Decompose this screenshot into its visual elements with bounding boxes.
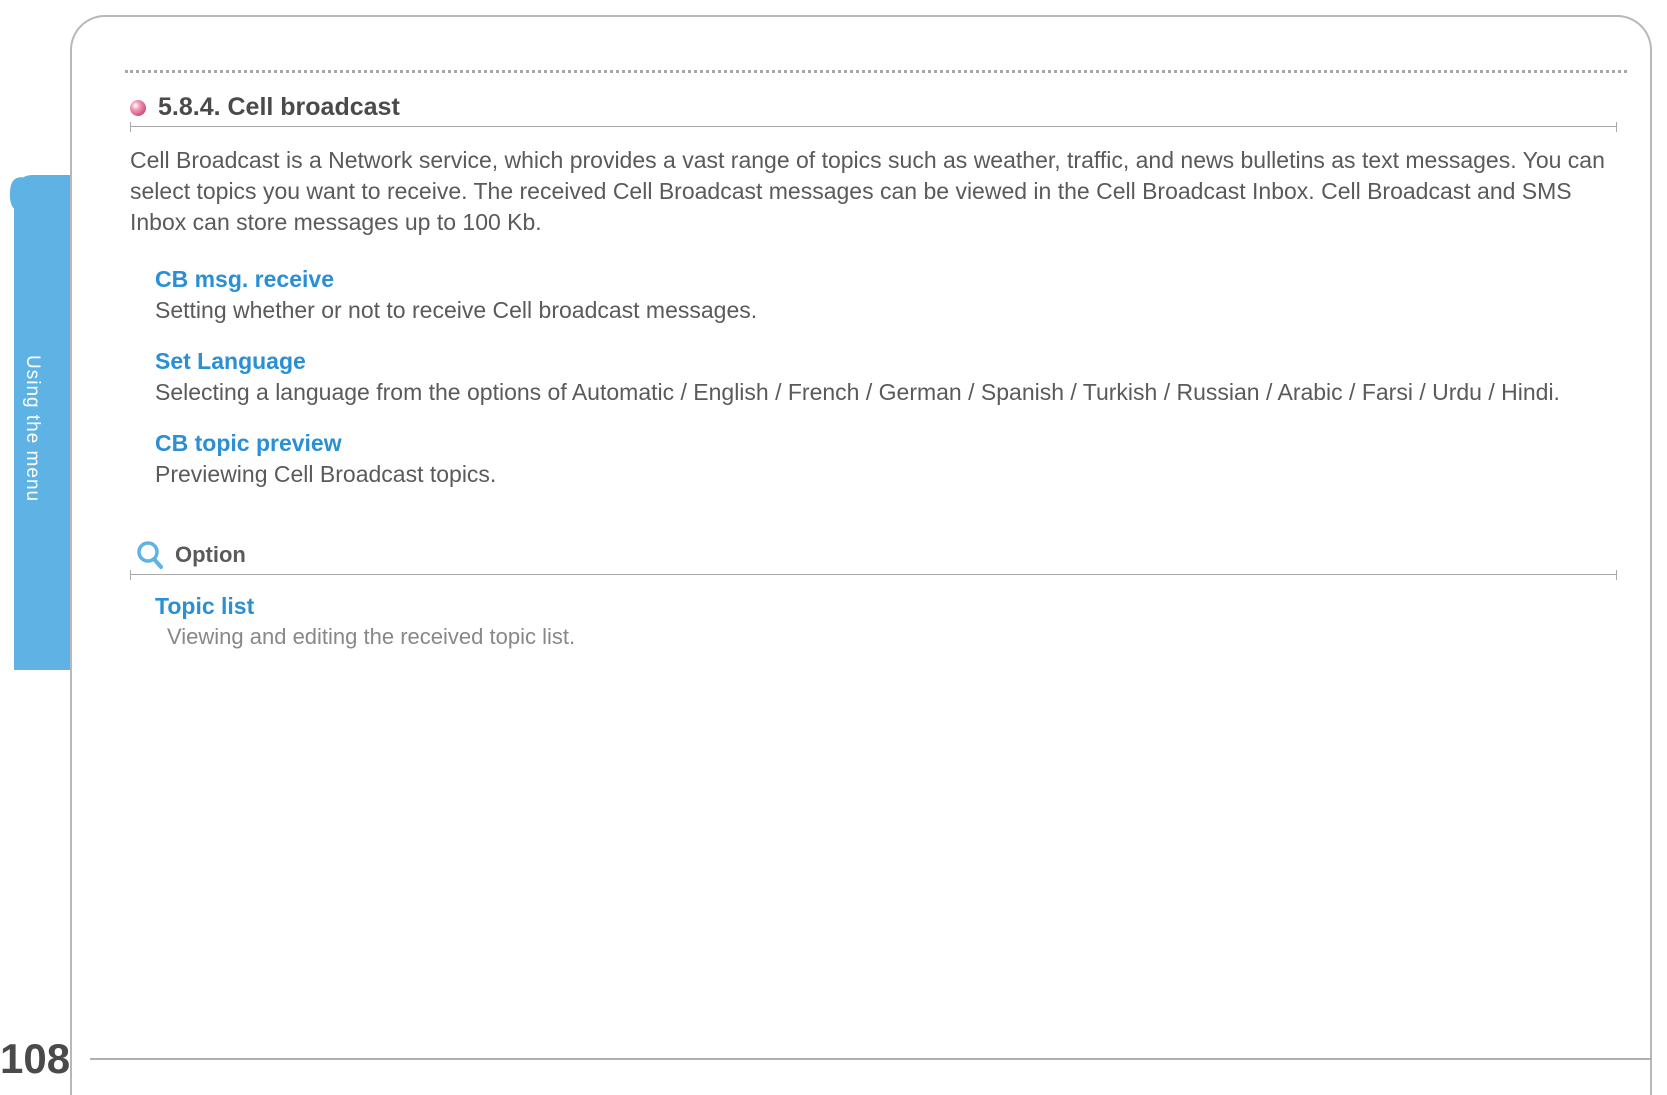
option-label: Option	[175, 542, 246, 568]
option-item-body: Viewing and editing the received topic l…	[167, 622, 1617, 652]
section-intro: Cell Broadcast is a Network service, whi…	[130, 145, 1617, 238]
magnify-icon	[135, 540, 165, 570]
subsection: CB msg. receive Setting whether or not t…	[155, 266, 1617, 326]
chapter-number: 03	[8, 168, 57, 223]
subsection-body: Previewing Cell Broadcast topics.	[155, 459, 1617, 490]
bullet-icon	[130, 100, 146, 116]
dotted-separator	[125, 70, 1627, 73]
title-underline	[130, 126, 1617, 127]
page-number: 108	[0, 1035, 70, 1083]
subsection-body: Selecting a language from the options of…	[155, 377, 1617, 408]
option-header: Option	[135, 540, 1627, 570]
side-tab-label: Using the menu	[21, 355, 43, 502]
section-title: 5.8.4. Cell broadcast	[158, 93, 400, 122]
option-item: Topic list Viewing and editing the recei…	[155, 593, 1617, 652]
subsection-title: CB topic preview	[155, 430, 1617, 457]
subsection: CB topic preview Previewing Cell Broadca…	[155, 430, 1617, 490]
subsection: Set Language Selecting a language from t…	[155, 348, 1617, 408]
bottom-line	[90, 1058, 1652, 1060]
option-underline	[130, 574, 1617, 575]
vertical-line	[70, 670, 72, 1060]
subsection-title: Set Language	[155, 348, 1617, 375]
content-area: 5.8.4. Cell broadcast Cell Broadcast is …	[100, 70, 1627, 674]
option-item-title: Topic list	[155, 593, 1617, 620]
subsection-body: Setting whether or not to receive Cell b…	[155, 295, 1617, 326]
subsection-title: CB msg. receive	[155, 266, 1617, 293]
section-header: 5.8.4. Cell broadcast	[130, 93, 1627, 122]
